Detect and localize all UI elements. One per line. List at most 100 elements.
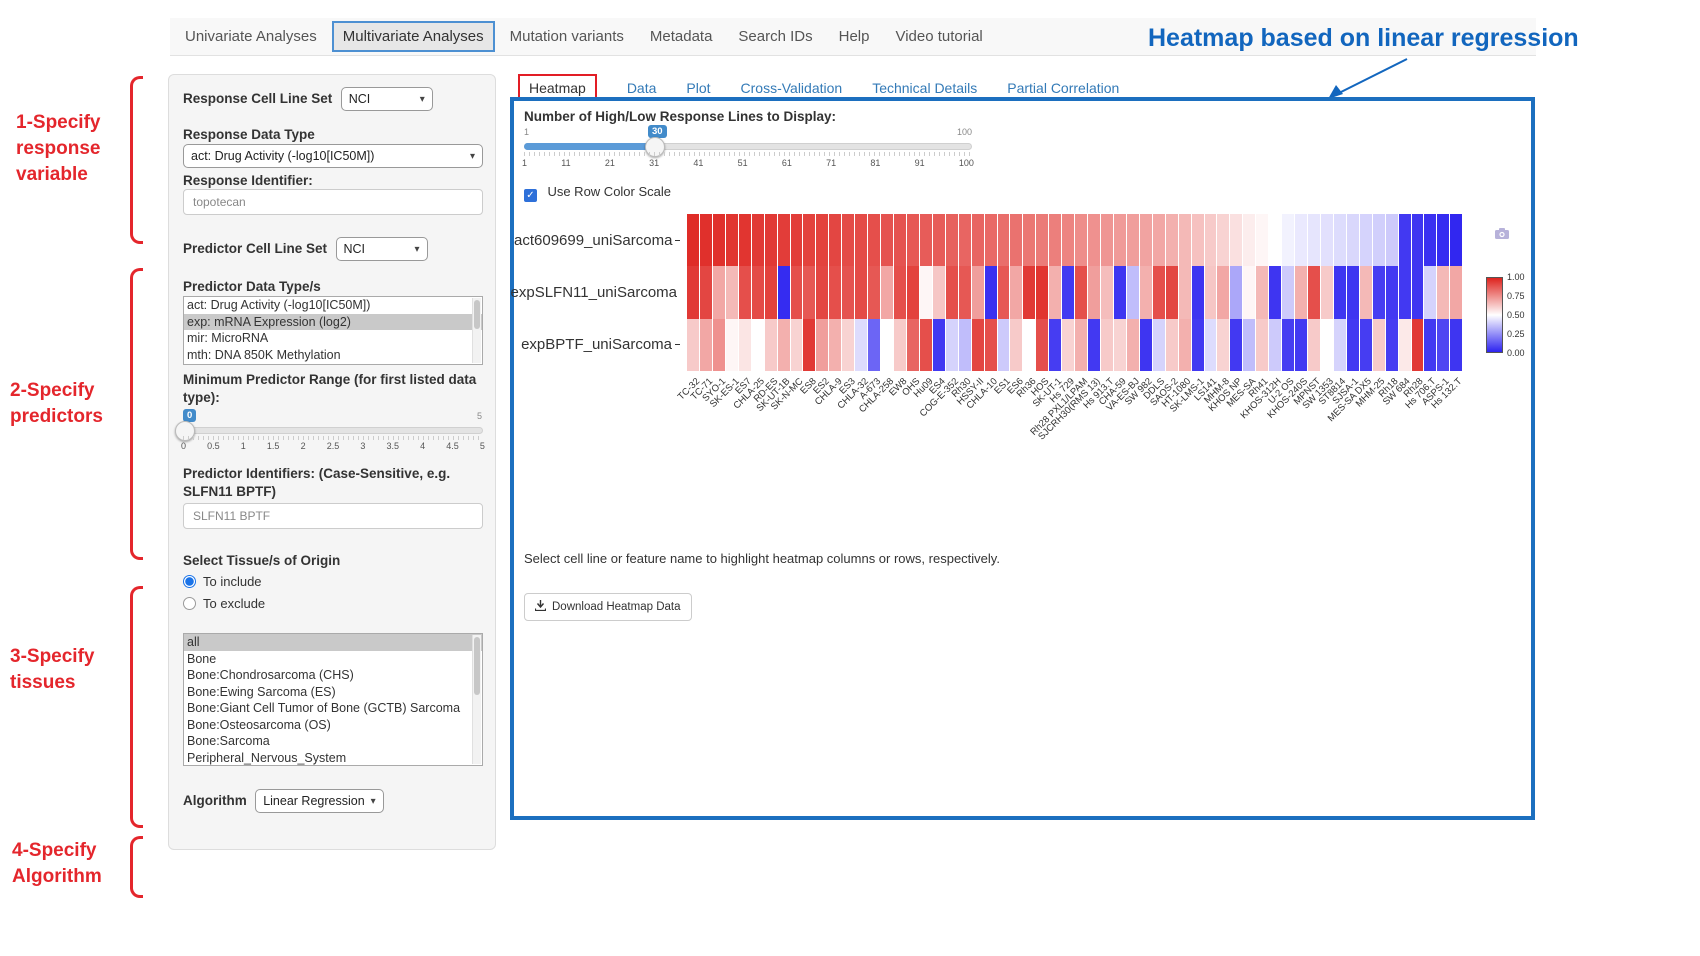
heatmap-cell xyxy=(803,266,815,318)
list-option[interactable]: Peripheral_Nervous_System xyxy=(184,750,482,767)
tick-label: 1.5 xyxy=(267,441,280,451)
colorbar-tick-label: 1.00 xyxy=(1507,272,1525,282)
colorbar-tick-label: 0.75 xyxy=(1507,291,1525,301)
annotation-heading: Heatmap based on linear regression xyxy=(1148,24,1579,53)
nav-item-video-tutorial[interactable]: Video tutorial xyxy=(884,21,993,52)
list-option[interactable]: mir: MicroRNA xyxy=(184,330,482,347)
heatmap-cell xyxy=(829,319,841,371)
heatmap-cell xyxy=(1088,266,1100,318)
scrollbar[interactable] xyxy=(472,298,481,363)
tab-cross-validation[interactable]: Cross-Validation xyxy=(741,80,843,96)
nav-item-univariate-analyses[interactable]: Univariate Analyses xyxy=(174,21,328,52)
tick-label: 0 xyxy=(181,441,186,451)
heatmap-cell xyxy=(1010,266,1022,318)
nav-item-mutation-variants[interactable]: Mutation variants xyxy=(499,21,635,52)
heatmap-cell xyxy=(752,214,764,266)
tab-technical-details[interactable]: Technical Details xyxy=(872,80,977,96)
heatmap-cell xyxy=(842,214,854,266)
heatmap-cell xyxy=(1166,214,1178,266)
heatmap-row-label[interactable]: expSLFN11_uniSarcoma xyxy=(514,266,680,318)
list-option[interactable]: act: Drug Activity (-log10[IC50M]) xyxy=(184,297,482,314)
min-range-slider-track[interactable] xyxy=(183,427,483,434)
list-option[interactable]: Bone:Osteosarcoma (OS) xyxy=(184,717,482,734)
list-option[interactable]: Bone:Ewing Sarcoma (ES) xyxy=(184,684,482,701)
heatmap-cell xyxy=(739,319,751,371)
heatmap-cell xyxy=(1243,214,1255,266)
heatmap-cell xyxy=(907,214,919,266)
nav-item-multivariate-analyses[interactable]: Multivariate Analyses xyxy=(332,21,495,52)
predictor-data-types-listbox[interactable]: act: Drug Activity (-log10[IC50M])exp: m… xyxy=(183,296,483,365)
heatmap-cell xyxy=(1450,319,1462,371)
min-range-slider-ticks xyxy=(183,436,483,440)
algorithm-label: Algorithm xyxy=(183,793,247,808)
tab-plot[interactable]: Plot xyxy=(686,80,710,96)
response-identifier-input[interactable] xyxy=(183,189,483,215)
heatmap-cell xyxy=(1023,319,1035,371)
chevron-down-icon: ▾ xyxy=(420,94,425,105)
heatmap-cell xyxy=(1256,319,1268,371)
heatmap-cell xyxy=(1114,319,1126,371)
heatmap-cell xyxy=(1256,214,1268,266)
heatmap-cell xyxy=(1373,214,1385,266)
heatmap-cell xyxy=(894,319,906,371)
heatmap-cell xyxy=(972,214,984,266)
scrollbar[interactable] xyxy=(472,635,481,764)
nav-item-search-ids[interactable]: Search IDs xyxy=(727,21,823,52)
camera-icon[interactable] xyxy=(1494,227,1510,245)
heatmap-cell xyxy=(1023,266,1035,318)
list-option[interactable]: Bone:Sarcoma xyxy=(184,733,482,750)
heatmap-cell xyxy=(700,319,712,371)
heatmap-cell xyxy=(1243,266,1255,318)
heatmap-cell xyxy=(1424,266,1436,318)
heatmap-cell xyxy=(998,266,1010,318)
heatmap-cell xyxy=(1347,214,1359,266)
heatmap-cell xyxy=(1217,214,1229,266)
algorithm-select[interactable]: Linear Regression▾ xyxy=(255,789,383,813)
heatmap-cell xyxy=(907,319,919,371)
heatmap-cell xyxy=(985,266,997,318)
slider-value-badge: 30 xyxy=(648,125,667,138)
heatmap-cell xyxy=(855,214,867,266)
heatmap-cell xyxy=(713,319,725,371)
response-cell-line-set-select[interactable]: NCI▾ xyxy=(341,87,433,111)
colorbar-tick-label: 0.00 xyxy=(1507,348,1525,358)
highlight-hint-text: Select cell line or feature name to high… xyxy=(524,551,1000,566)
tab-partial-correlation[interactable]: Partial Correlation xyxy=(1007,80,1119,96)
heatmap-cell xyxy=(752,266,764,318)
list-option[interactable]: Bone:Giant Cell Tumor of Bone (GCTB) Sar… xyxy=(184,700,482,717)
heatmap-row-label[interactable]: act609699_uniSarcoma xyxy=(514,214,680,266)
response-data-type-select[interactable]: act: Drug Activity (-log10[IC50M])▾ xyxy=(183,144,483,168)
tick-label: 31 xyxy=(649,158,659,168)
page: Univariate AnalysesMultivariate Analyses… xyxy=(0,0,1700,956)
row-color-scale-checkbox[interactable]: ✓ Use Row Color Scale xyxy=(524,183,671,202)
heatmap-cell xyxy=(816,266,828,318)
heatmap-cell xyxy=(1036,266,1048,318)
list-option[interactable]: all xyxy=(184,634,482,651)
nav-item-help[interactable]: Help xyxy=(828,21,881,52)
heatmap-cell xyxy=(1308,319,1320,371)
nav-item-metadata[interactable]: Metadata xyxy=(639,21,724,52)
heatmap-cell xyxy=(1192,319,1204,371)
heatmap-cell xyxy=(765,319,777,371)
download-heatmap-data-button[interactable]: Download Heatmap Data xyxy=(524,593,692,621)
tab-data[interactable]: Data xyxy=(627,80,657,96)
tissue-include-radio[interactable]: To include xyxy=(183,573,262,591)
tissues-listbox[interactable]: allBoneBone:Chondrosarcoma (CHS)Bone:Ewi… xyxy=(183,633,483,766)
settings-panel: Response Cell Line Set NCI▾ Response Dat… xyxy=(168,74,496,850)
lines-slider-tick-labels: 1112131415161718191100 xyxy=(522,158,974,168)
predictor-cell-line-set-select[interactable]: NCI▾ xyxy=(336,237,428,261)
heatmap-cell xyxy=(1321,266,1333,318)
list-option[interactable]: exp: mRNA Expression (log2) xyxy=(184,314,482,331)
heatmap-cell xyxy=(959,266,971,318)
predictor-identifiers-input[interactable] xyxy=(183,503,483,529)
tissue-exclude-radio[interactable]: To exclude xyxy=(183,595,265,613)
list-option[interactable]: mth: DNA 850K Methylation xyxy=(184,347,482,364)
heatmap-cell xyxy=(1269,214,1281,266)
list-option[interactable]: Bone:Chondrosarcoma (CHS) xyxy=(184,667,482,684)
heatmap-cell xyxy=(1399,214,1411,266)
heatmap-row-label[interactable]: expBPTF_uniSarcoma xyxy=(514,319,680,371)
list-option[interactable]: Bone xyxy=(184,651,482,668)
heatmap-cell xyxy=(1334,319,1346,371)
heatmap-canvas[interactable] xyxy=(687,214,1462,371)
tick-label: 1 xyxy=(522,158,527,168)
